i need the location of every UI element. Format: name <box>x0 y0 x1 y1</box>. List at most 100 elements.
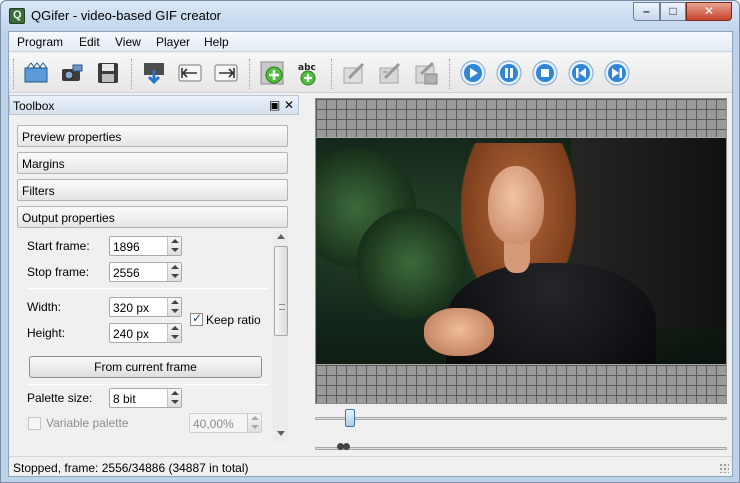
toolbox-scrollbar[interactable] <box>273 231 289 441</box>
height-value: 240 px <box>113 327 150 341</box>
extract-gif-button[interactable] <box>139 58 169 88</box>
maximize-button[interactable]: □ <box>660 2 686 21</box>
scrollbar-thumb[interactable] <box>274 246 288 336</box>
set-stop-icon <box>214 64 238 82</box>
menu-bar: Program Edit View Player Help <box>9 32 732 52</box>
edit-object-button[interactable] <box>339 58 369 88</box>
menu-edit[interactable]: Edit <box>79 35 100 49</box>
toolbar-separator <box>331 59 333 89</box>
height-spinbox[interactable]: 240 px <box>109 323 182 343</box>
edit-object-icon <box>343 62 365 84</box>
toolbox-header[interactable]: Toolbox ▣ ✕ <box>9 95 299 115</box>
float-dock-icon[interactable]: ▣ <box>269 98 280 112</box>
width-spinbox[interactable]: 320 px <box>109 297 182 317</box>
palette-size-label: Palette size: <box>27 391 93 405</box>
toolbar-separator <box>131 59 133 89</box>
section-output-properties[interactable]: Output properties <box>17 206 288 228</box>
section-label: Filters <box>22 184 55 198</box>
minimize-icon: – <box>643 4 650 18</box>
edit-text-icon <box>379 62 401 84</box>
keep-ratio-label: Keep ratio <box>206 313 261 327</box>
set-stop-button[interactable] <box>211 58 241 88</box>
save-as-button[interactable] <box>411 58 441 88</box>
spin-arrows-icon[interactable] <box>167 237 181 255</box>
section-preview-properties[interactable]: Preview properties <box>17 125 288 147</box>
toolbox-panel: Toolbox ▣ ✕ Preview properties Margins F… <box>9 95 299 456</box>
position-slider-thumb[interactable] <box>345 409 356 427</box>
position-slider-track[interactable] <box>315 417 727 420</box>
spin-arrows-icon[interactable] <box>167 263 181 281</box>
spin-arrows-icon[interactable] <box>167 298 181 316</box>
title-bar[interactable]: QGifer - video-based GIF creator – □ ✕ <box>1 1 739 31</box>
output-properties-panel: Start frame: 1896 Stop frame: 2556 Width… <box>9 231 299 456</box>
stop-button[interactable] <box>530 58 560 88</box>
app-window: QGifer - video-based GIF creator – □ ✕ P… <box>0 0 740 483</box>
play-icon <box>460 60 486 86</box>
from-current-frame-button[interactable]: From current frame <box>29 356 262 378</box>
render-button[interactable] <box>57 58 87 88</box>
spin-arrows-icon[interactable] <box>167 389 181 407</box>
open-video-icon <box>24 62 48 83</box>
variable-palette-spinbox[interactable]: 40,00% <box>189 413 262 433</box>
extract-gif-icon <box>144 63 164 85</box>
menu-view[interactable]: View <box>115 35 141 49</box>
open-video-button[interactable] <box>21 58 51 88</box>
keep-ratio-checkbox[interactable] <box>190 311 203 326</box>
divider <box>27 288 269 289</box>
section-label: Preview properties <box>22 130 122 144</box>
section-margins[interactable]: Margins <box>17 152 288 174</box>
prev-frame-button[interactable] <box>566 58 596 88</box>
app-icon <box>9 8 25 24</box>
set-start-button[interactable] <box>175 58 205 88</box>
client-area: Program Edit View Player Help abc Toolbo… <box>8 31 733 477</box>
grip-icon <box>279 304 285 310</box>
section-filters[interactable]: Filters <box>17 179 288 201</box>
stop-frame-value: 2556 <box>113 266 140 280</box>
menu-player[interactable]: Player <box>156 35 190 49</box>
add-text-button[interactable]: abc <box>293 58 323 88</box>
width-label: Width: <box>27 300 62 314</box>
range-slider-handle[interactable] <box>332 440 356 454</box>
scroll-down-icon[interactable] <box>277 431 285 436</box>
render-icon <box>62 64 83 81</box>
video-frame <box>316 138 726 364</box>
add-text-icon: abc <box>298 63 316 86</box>
video-preview[interactable] <box>315 98 727 404</box>
status-bar: Stopped, frame: 2556/34886 (34887 in tot… <box>9 456 732 476</box>
save-icon <box>98 63 118 83</box>
toolbar-separator <box>249 59 251 89</box>
close-dock-icon[interactable]: ✕ <box>284 98 294 112</box>
palette-size-spinbox[interactable]: 8 bit <box>109 388 182 408</box>
minimize-button[interactable]: – <box>633 2 660 21</box>
edit-text-button[interactable] <box>375 58 405 88</box>
save-button[interactable] <box>93 58 123 88</box>
scroll-up-icon[interactable] <box>277 234 285 239</box>
stop-icon <box>532 60 558 86</box>
section-label: Output properties <box>22 211 115 225</box>
menu-program[interactable]: Program <box>17 35 63 49</box>
variable-palette-value: 40,00% <box>193 417 234 431</box>
pause-button[interactable] <box>494 58 524 88</box>
pause-icon <box>496 60 522 86</box>
divider <box>27 384 269 385</box>
toolbox-title: Toolbox <box>13 99 55 113</box>
section-label: Margins <box>22 157 65 171</box>
add-object-button[interactable] <box>257 58 287 88</box>
range-slider-track[interactable] <box>315 447 727 450</box>
next-frame-button[interactable] <box>602 58 632 88</box>
menu-help[interactable]: Help <box>204 35 229 49</box>
stop-frame-label: Stop frame: <box>27 265 90 279</box>
variable-palette-checkbox[interactable] <box>28 417 41 430</box>
play-button[interactable] <box>458 58 488 88</box>
add-object-icon <box>260 61 284 85</box>
next-frame-icon <box>604 60 630 86</box>
start-frame-spinbox[interactable]: 1896 <box>109 236 182 256</box>
spin-arrows-icon[interactable] <box>167 324 181 342</box>
size-grip-icon[interactable] <box>719 463 729 473</box>
close-button[interactable]: ✕ <box>686 2 732 21</box>
stop-frame-spinbox[interactable]: 2556 <box>109 262 182 282</box>
prev-frame-icon <box>568 60 594 86</box>
close-icon: ✕ <box>703 4 715 18</box>
status-text: Stopped, frame: 2556/34886 (34887 in tot… <box>13 461 249 475</box>
top-margin-grid <box>316 99 726 137</box>
